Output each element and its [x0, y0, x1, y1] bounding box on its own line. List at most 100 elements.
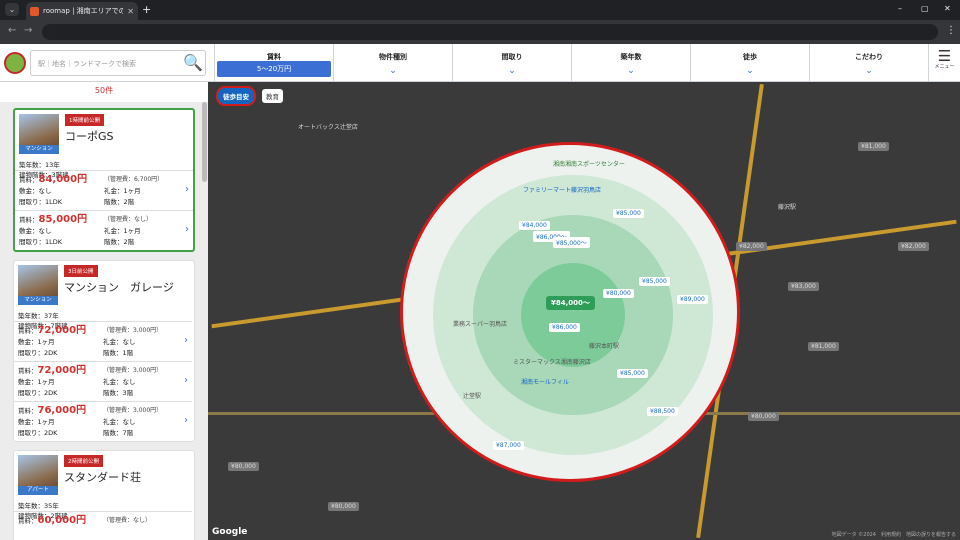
chevron-right-icon[interactable]: › — [184, 375, 188, 386]
price-marker[interactable]: ¥87,000 — [493, 441, 524, 450]
map[interactable]: 藤沢駅 オートバックス辻堂店 ¥80,000 ¥81,000 ¥82,000 ¥… — [208, 82, 960, 540]
chevron-down-icon: ⌄ — [389, 66, 397, 76]
filter-building-age[interactable]: 築年数 ⌄ — [571, 44, 690, 82]
price-marker[interactable]: ¥80,000 — [228, 462, 259, 471]
map-overlay-tags: 徒歩目安 教育 — [216, 86, 283, 106]
roomap-logo[interactable] — [4, 52, 26, 74]
property-card[interactable]: アパート 2時間前公開 スタンダード荘 築年数：35年建物階数：2階建 賃料：6… — [13, 450, 195, 540]
filter-value[interactable]: 5～20万円 — [217, 61, 331, 77]
chevron-right-icon[interactable]: › — [185, 224, 189, 235]
menu-button[interactable]: ☰ メニュー — [928, 44, 960, 82]
price-marker[interactable]: ¥80,000 — [328, 502, 359, 511]
price-marker[interactable]: ¥85,000 — [613, 209, 644, 218]
center-price-marker[interactable]: ¥84,000～ — [546, 296, 595, 310]
back-icon[interactable]: ← — [8, 25, 16, 36]
floor: 階数：3階 — [103, 389, 134, 397]
chevron-right-icon[interactable]: › — [185, 184, 189, 195]
layout: 間取り：2DK — [18, 389, 58, 397]
property-name: スタンダード荘 — [64, 471, 141, 484]
layout: 間取り：1LDK — [19, 238, 63, 246]
chevron-down-icon: ⌄ — [746, 66, 754, 76]
map-label: 湘南モールフィル — [521, 379, 569, 386]
unit-row[interactable]: 賃料：76,000円 （管理費：3,000円） 敷金：1ヶ月 礼金：なし 間取り：2… — [14, 401, 192, 442]
price-marker[interactable]: ¥85,000～ — [553, 237, 590, 248]
floor: 階数：1階 — [103, 349, 134, 357]
price-marker[interactable]: ¥82,000 — [898, 242, 929, 251]
filter-bar: 賃料 5～20万円 物件種別 ⌄ 間取り ⌄ 築年数 ⌄ 徒歩 ⌄ こだわり ⌄ — [214, 44, 928, 82]
new-badge: 3日前公開 — [64, 265, 98, 277]
chevron-right-icon[interactable]: › — [184, 415, 188, 426]
search-icon[interactable]: 🔍 — [183, 53, 203, 72]
result-count: 50件 — [0, 82, 208, 102]
deposit: 敷金：なし — [19, 227, 52, 235]
property-card[interactable]: マンション 1時間前公開 コーポGS 築年数：13年建物階数：3階建 賃料：84… — [13, 108, 195, 252]
list-scrollbar[interactable] — [202, 102, 207, 182]
browser-menu-icon[interactable]: ⋮ — [946, 25, 956, 36]
walk-zone-inner — [521, 263, 625, 367]
price-marker[interactable]: ¥82,000 — [736, 242, 767, 251]
floor: 階数：2階 — [104, 238, 135, 246]
price-marker[interactable]: ¥89,000 — [677, 295, 708, 304]
price-marker[interactable]: ¥80,000 — [603, 289, 634, 298]
unit-row[interactable]: 賃料：72,000円 （管理費：3,000円） 敷金：1ヶ月 礼金：なし 間取り：2… — [14, 321, 192, 362]
deposit: 敷金：1ヶ月 — [18, 378, 55, 386]
walk-radius-circle: 湘南湘南スポーツセンター ファミリーマート藤沢羽鳥店 湘南モールフィル 藤沢本町… — [400, 142, 740, 482]
unit-row[interactable]: 賃料：85,000円 （管理費：なし） 敷金：なし 礼金：1ヶ月 間取り：1LDK 階… — [15, 210, 193, 251]
filter-rent[interactable]: 賃料 5～20万円 — [214, 44, 333, 82]
unit-row[interactable]: 賃料：84,000円 （管理費：6,700円） 敷金：なし 礼金：1ヶ月 間取り：1… — [15, 170, 193, 211]
browser-tab-bar: ⌄ roomap | 湘南エリアでのお部屋探 ✕ + – ▢ ✕ — [0, 0, 960, 20]
map-label: 藤沢本町駅 — [589, 343, 620, 350]
price-marker[interactable]: ¥83,000 — [788, 282, 819, 291]
key-money: 礼金：なし — [103, 338, 136, 346]
chevron-down-icon: ⌄ — [508, 66, 516, 76]
walk-estimate-toggle[interactable]: 徒歩目安 — [216, 86, 256, 106]
map-label: 辻堂駅 — [463, 393, 482, 400]
property-list: 50件 マンション 1時間前公開 コーポGS 築年数：13年建物階数：3階建 賃… — [0, 82, 208, 540]
price-marker[interactable]: ¥86,000 — [549, 323, 580, 332]
unit-row[interactable]: 賃料：60,000円 （管理費：なし） — [14, 511, 192, 530]
filter-label: 徒歩 — [743, 53, 757, 61]
education-toggle[interactable]: 教育 — [262, 89, 283, 103]
price-marker[interactable]: ¥81,000 — [858, 142, 889, 151]
key-money: 礼金：なし — [103, 418, 136, 426]
tab-title: roomap | 湘南エリアでのお部屋探 — [43, 7, 124, 15]
browser-tab[interactable]: roomap | 湘南エリアでのお部屋探 ✕ — [26, 2, 138, 20]
tab-close-icon[interactable]: ✕ — [127, 7, 134, 16]
filter-preferences[interactable]: こだわり ⌄ — [809, 44, 928, 82]
fee: （管理費：3,000円） — [103, 407, 163, 414]
maximize-icon[interactable]: ▢ — [921, 4, 929, 13]
property-card[interactable]: マンション 3日前公開 マンション ガレージ 築年数：37年建物階数：7階建 賃… — [13, 260, 195, 442]
close-window-icon[interactable]: ✕ — [944, 4, 951, 13]
price-marker[interactable]: ¥85,000 — [639, 277, 670, 286]
deposit: 敷金：1ヶ月 — [18, 418, 55, 426]
price-marker[interactable]: ¥81,000 — [808, 342, 839, 351]
app-header: 駅｜地名｜ランドマークで検索 🔍 賃料 5～20万円 物件種別 ⌄ 間取り ⌄ … — [0, 44, 960, 82]
rent-value: 76,000円 — [37, 405, 87, 416]
price-marker[interactable]: ¥85,000 — [617, 369, 648, 378]
filter-walk[interactable]: 徒歩 ⌄ — [690, 44, 809, 82]
price-marker[interactable]: ¥88,500 — [647, 407, 678, 416]
filter-label: 物件種別 — [379, 53, 407, 61]
forward-icon[interactable]: → — [24, 25, 32, 36]
filter-layout[interactable]: 間取り ⌄ — [452, 44, 571, 82]
rent-value: 72,000円 — [37, 365, 87, 376]
address-input[interactable] — [42, 24, 938, 40]
property-name: コーポGS — [65, 130, 114, 143]
unit-row[interactable]: 賃料：72,000円 （管理費：3,000円） 敷金：1ヶ月 礼金：なし 間取り：2… — [14, 361, 192, 402]
minimize-icon[interactable]: – — [898, 4, 902, 13]
floor: 階数：2階 — [104, 198, 135, 206]
fee: （管理費：3,000円） — [103, 327, 163, 334]
address-bar-row: ← → ⋮ — [0, 20, 960, 44]
chevron-right-icon[interactable]: › — [184, 335, 188, 346]
price-marker[interactable]: ¥84,000 — [519, 221, 550, 230]
new-tab-icon[interactable]: + — [142, 3, 151, 16]
price-marker[interactable]: ¥80,000 — [748, 412, 779, 421]
tab-list-button[interactable]: ⌄ — [5, 3, 19, 16]
layout: 間取り：2DK — [18, 349, 58, 357]
menu-label: メニュー — [934, 64, 955, 70]
search-box[interactable]: 駅｜地名｜ランドマークで検索 🔍 — [30, 50, 206, 76]
property-name: マンション ガレージ — [64, 281, 174, 294]
map-footer: 地図データ ©2024 利用規約 地図の誤りを報告する — [831, 532, 956, 538]
google-logo: Google — [212, 527, 248, 537]
filter-property-type[interactable]: 物件種別 ⌄ — [333, 44, 452, 82]
